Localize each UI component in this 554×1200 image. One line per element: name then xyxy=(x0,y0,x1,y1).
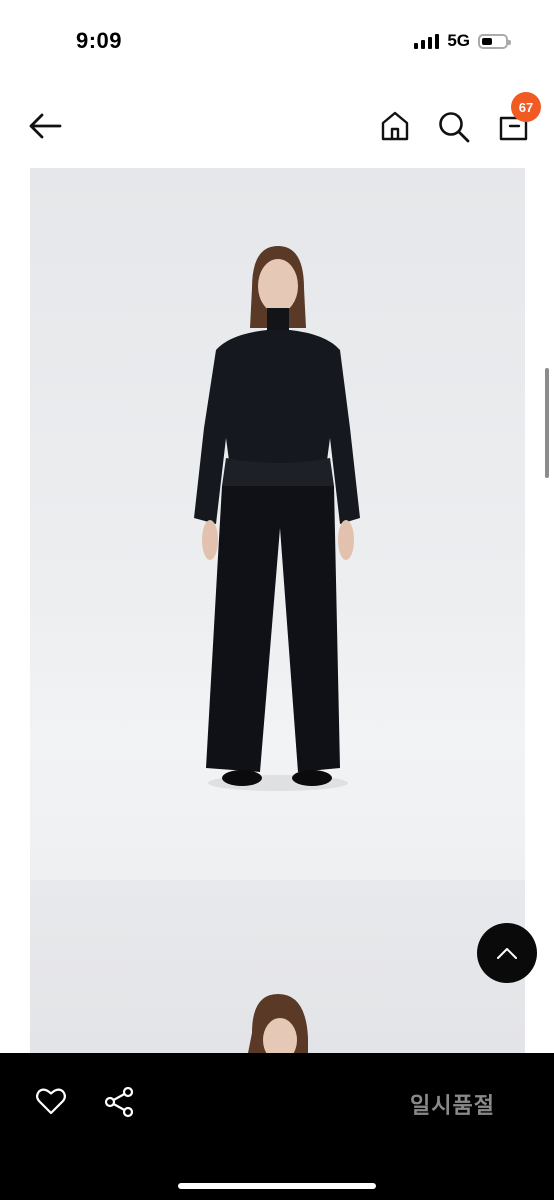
network-label: 5G xyxy=(447,31,470,50)
product-image[interactable] xyxy=(30,168,525,1053)
home-indicator[interactable] xyxy=(178,1183,376,1189)
search-icon[interactable] xyxy=(437,110,471,144)
scroll-to-top-button[interactable] xyxy=(477,923,537,983)
chevron-up-icon xyxy=(497,948,517,959)
back-arrow-icon[interactable] xyxy=(26,110,64,142)
battery-nub xyxy=(508,39,511,45)
status-time: 9:09 xyxy=(76,28,123,53)
status-indicators: 5G xyxy=(414,31,511,51)
battery-icon xyxy=(478,33,511,49)
status-bar: 9:09 5G xyxy=(0,0,554,84)
signal-icon xyxy=(414,33,440,49)
bottom-action-bar xyxy=(0,1053,554,1200)
page-scrollbar[interactable] xyxy=(545,368,549,478)
home-icon[interactable] xyxy=(379,110,411,142)
cart-count-badge: 67 xyxy=(511,92,541,122)
product-photo-graphic xyxy=(30,168,525,1053)
battery-fill xyxy=(482,37,492,45)
soldout-label: 일시품절 xyxy=(410,1093,495,1118)
share-icon[interactable] xyxy=(102,1085,136,1119)
heart-icon[interactable] xyxy=(35,1086,67,1116)
